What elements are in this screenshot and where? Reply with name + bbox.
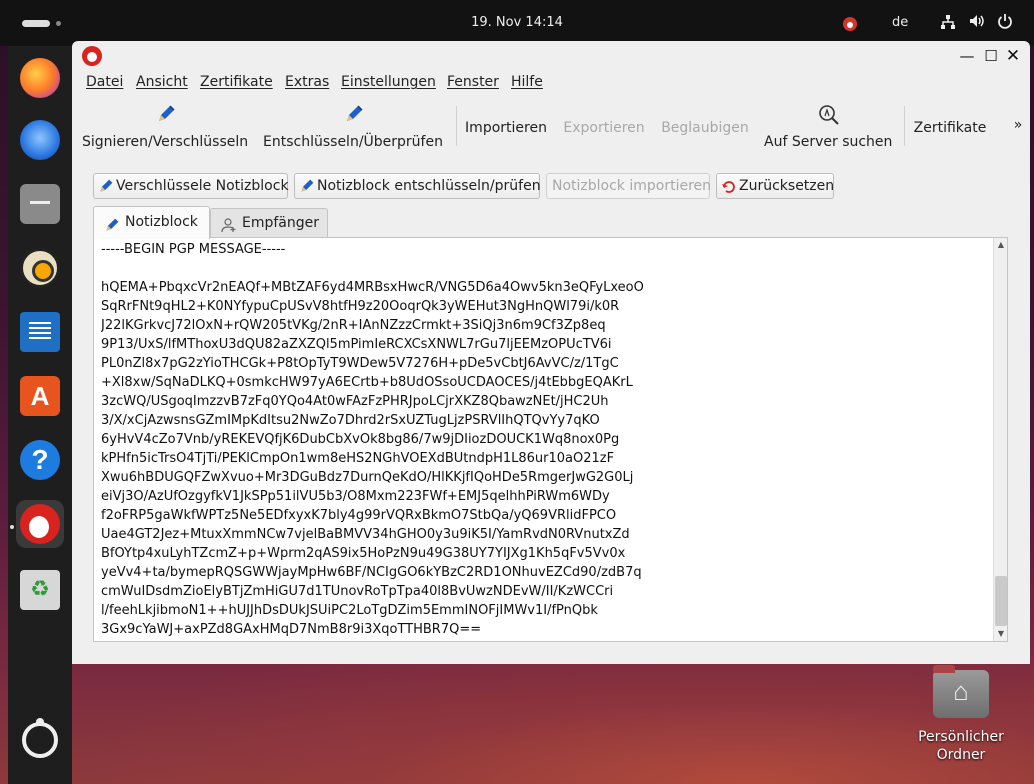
menu-fenster[interactable]: Fenster (447, 74, 499, 90)
scrollbar-thumb[interactable] (995, 576, 1007, 626)
tab-notepad-label: Notizblock (125, 214, 198, 230)
help-icon: ? (20, 440, 60, 480)
scroll-up-arrow-icon[interactable]: ▲ (994, 238, 1008, 252)
writer-icon (20, 312, 60, 352)
scroll-down-arrow-icon[interactable]: ▼ (994, 627, 1008, 641)
decrypt-notepad-button[interactable]: Notizblock entschlüsseln/prüfen (294, 173, 541, 199)
encrypt-notepad-button[interactable]: Verschlüssele Notizblock (93, 173, 289, 199)
firefox-icon (20, 58, 60, 98)
pen-icon (104, 214, 120, 231)
kleopatra-window: — ☐ ✕ Datei Ansicht Zertifikate Extras E… (72, 41, 1030, 664)
top-panel: 19. Nov 14:14 de (0, 0, 1034, 46)
menu-ansicht[interactable]: Ansicht (136, 74, 188, 90)
pgp-message-text[interactable]: -----BEGIN PGP MESSAGE----- hQEMA+PbqxcV… (101, 240, 991, 639)
dock-trash[interactable] (16, 566, 64, 614)
menu-datei[interactable]: Datei (86, 74, 123, 90)
menu-extras[interactable]: Extras (285, 74, 329, 90)
reset-label: Zurücksetzen (739, 178, 835, 194)
kleopatra-app-icon (82, 46, 102, 66)
user-add-icon (221, 215, 237, 233)
import-label: Importieren (465, 120, 547, 136)
menu-einstellungen[interactable]: Einstellungen (341, 74, 436, 90)
dock: A ? (8, 46, 72, 784)
dock-files[interactable] (16, 180, 64, 228)
tab-recipients-label: Empfänger (242, 215, 320, 231)
notepad-editor[interactable]: -----BEGIN PGP MESSAGE----- hQEMA+PbqxcV… (93, 237, 1008, 642)
keyboard-language[interactable]: de (892, 15, 908, 30)
files-icon (20, 184, 60, 224)
network-icon[interactable] (940, 14, 956, 34)
kleopatra-icon (20, 504, 60, 544)
vertical-scrollbar[interactable]: ▲ ▼ (993, 238, 1007, 641)
import-notepad-button[interactable]: Notizblock importieren (546, 173, 712, 199)
desktop-home-folder[interactable]: Persönlicher Ordner (914, 665, 1008, 766)
minimize-button[interactable]: — (956, 45, 978, 67)
pen-icon (156, 104, 176, 124)
export-label: Exportieren (563, 120, 645, 136)
power-icon[interactable] (997, 13, 1013, 33)
close-button[interactable]: ✕ (1002, 45, 1024, 67)
certificates-button[interactable]: Zertifikate (910, 102, 990, 150)
clock[interactable]: 19. Nov 14:14 (0, 15, 1034, 30)
menu-zertifikate[interactable]: Zertifikate (200, 74, 273, 90)
rhythmbox-icon (20, 248, 60, 288)
tab-notepad[interactable]: Notizblock (93, 206, 210, 239)
tab-recipients[interactable]: Empfänger (210, 208, 328, 238)
dock-rhythmbox[interactable] (16, 244, 64, 292)
pen-icon (344, 104, 364, 124)
pen-icon (98, 178, 114, 194)
menubar: Datei Ansicht Zertifikate Extras Einstel… (72, 71, 1030, 95)
dock-help[interactable]: ? (16, 436, 64, 484)
chevron-right-icon: » (1013, 117, 1023, 133)
dock-app-center[interactable]: A (16, 372, 64, 420)
decrypt-verify-button[interactable]: Entschlüsseln/Überprüfen (262, 102, 444, 150)
certify-button[interactable]: Beglaubigen (660, 102, 750, 150)
maximize-button[interactable]: ☐ (980, 45, 1002, 67)
app-center-icon: A (20, 376, 60, 416)
toolbar: Signieren/Verschlüsseln Entschlüsseln/Üb… (72, 96, 1030, 154)
menu-hilfe[interactable]: Hilfe (511, 74, 543, 90)
search-icon (818, 104, 839, 125)
thunderbird-icon (20, 120, 60, 160)
undo-icon (721, 178, 737, 194)
lookup-server-button[interactable]: Auf Server suchen (764, 102, 892, 150)
decrypt-verify-label: Entschlüsseln/Überprüfen (263, 134, 443, 150)
sign-encrypt-button[interactable]: Signieren/Verschlüsseln (82, 102, 248, 150)
home-folder-label: Persönlicher Ordner (918, 729, 1004, 763)
volume-icon[interactable] (968, 13, 986, 33)
dock-libreoffice-writer[interactable] (16, 308, 64, 356)
kleopatra-tray-icon[interactable] (843, 17, 857, 31)
dock-thunderbird[interactable] (16, 116, 64, 164)
export-button[interactable]: Exportieren (562, 102, 646, 150)
toolbar-separator (904, 106, 905, 146)
certify-label: Beglaubigen (661, 120, 749, 136)
dock-kleopatra[interactable] (16, 500, 64, 548)
home-folder-icon (933, 665, 989, 718)
decrypt-notepad-label: Notizblock entschlüsseln/prüfen (317, 178, 541, 194)
reset-button[interactable]: Zurücksetzen (716, 173, 834, 199)
dock-firefox[interactable] (16, 54, 64, 102)
titlebar[interactable]: — ☐ ✕ (72, 41, 1030, 71)
running-indicator (10, 525, 14, 529)
trash-icon (20, 570, 60, 610)
import-notepad-label: Notizblock importieren (552, 178, 712, 194)
encrypt-notepad-label: Verschlüssele Notizblock (116, 178, 289, 194)
toolbar-separator (456, 106, 457, 146)
certificates-label: Zertifikate (913, 120, 987, 136)
toolbar-overflow-button[interactable]: » (1010, 102, 1026, 150)
import-button[interactable]: Importieren (464, 102, 548, 150)
sign-encrypt-label: Signieren/Verschlüsseln (82, 134, 249, 150)
show-apps-icon[interactable] (22, 718, 58, 758)
pen-icon (299, 178, 315, 194)
lookup-server-label: Auf Server suchen (764, 134, 893, 150)
